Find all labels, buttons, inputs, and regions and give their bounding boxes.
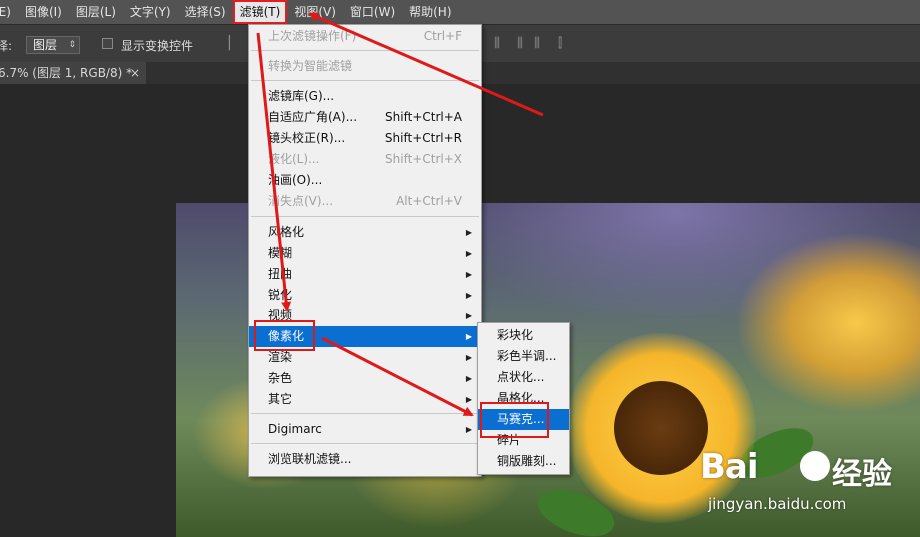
submenu-arrow-icon: ▶ [465,374,472,383]
annotation-box-pixelate [254,320,315,351]
menu-help[interactable]: 帮助(H) [402,0,458,24]
menu-filter[interactable]: 滤镜(T) [232,0,288,24]
submenu-item-facet[interactable]: 彩块化 [478,325,569,346]
watermark-brand: 经验 [832,457,892,492]
filter-menu-dropdown: 上次滤镜操作(F) Ctrl+F 转换为智能滤镜 滤镜库(G)... 自适应广角… [248,24,482,477]
paw-icon [800,451,830,481]
menu-item-distort[interactable]: 扭曲 ▶ [249,264,481,285]
menu-separator [251,80,479,81]
menu-item-sharpen[interactable]: 锐化 ▶ [249,285,481,306]
auto-align-icon[interactable]: ⫿ [558,37,572,51]
watermark-logo: Bai [700,447,759,487]
menu-item-label: 自适应广角(A)... [268,110,358,124]
menu-image[interactable]: 图像(I) [18,0,69,24]
pixelate-submenu: 彩块化 彩色半调... 点状化... 晶格化... 马赛克... 碎片 铜版雕刻… [477,322,570,475]
submenu-arrow-icon: ▶ [465,291,472,300]
submenu-arrow-icon: ▶ [465,332,472,341]
menu-item-stylize[interactable]: 风格化 ▶ [249,222,481,243]
submenu-item-mezzotint[interactable]: 铜版雕刻... [478,451,569,472]
menu-item-filter-gallery[interactable]: 滤镜库(G)... [249,86,481,107]
menu-item-label: 彩块化 [497,328,534,342]
distribute-horizontal-icon[interactable]: ⫼ [494,37,508,51]
menu-item-vanishing-point[interactable]: 消失点(V)... Alt+Ctrl+V [249,191,481,212]
menu-item-label: 油画(O)... [268,173,323,187]
menu-item-label: 杂色 [268,371,293,385]
menu-item-lens-correction[interactable]: 镜头校正(R)... Shift+Ctrl+R [249,128,481,149]
submenu-arrow-icon: ▶ [465,311,472,320]
menu-item-shortcut: Ctrl+F [423,29,462,43]
submenu-item-color-halftone[interactable]: 彩色半调... [478,346,569,367]
auto-select-label: 择: [0,39,13,53]
menu-item-last-filter[interactable]: 上次滤镜操作(F) Ctrl+F [249,26,481,47]
submenu-arrow-icon: ▶ [465,228,472,237]
align-top-icon[interactable]: ▕ [220,37,234,51]
menu-item-label: 液化(L)... [268,152,320,166]
menu-item-convert-smart-filter[interactable]: 转换为智能滤镜 [249,56,481,77]
submenu-item-pointillize[interactable]: 点状化... [478,367,569,388]
menu-item-blur[interactable]: 模糊 ▶ [249,243,481,264]
menu-type[interactable]: 文字(Y) [123,0,178,24]
menu-item-label: 滤镜库(G)... [268,89,335,103]
menu-item-label: 镜头校正(R)... [268,131,346,145]
menu-item-label: 转换为智能滤镜 [268,59,353,73]
submenu-arrow-icon: ▶ [465,353,472,362]
menu-item-label: 点状化... [497,370,545,384]
menu-window[interactable]: 窗口(W) [343,0,402,24]
select-arrows-icon: ⇕ [68,40,76,50]
distribute-centers-icon[interactable]: ⫼ [517,37,531,51]
menu-item-label: 风格化 [268,225,305,239]
menu-item-liquify[interactable]: 液化(L)... Shift+Ctrl+X [249,149,481,170]
menu-separator [251,50,479,51]
menu-separator [251,413,479,414]
menu-view[interactable]: 视图(V) [287,0,343,24]
submenu-arrow-icon: ▶ [465,249,472,258]
menu-item-label: 其它 [268,392,293,406]
menu-item-oil-paint[interactable]: 油画(O)... [249,170,481,191]
layer-select[interactable]: 图层 ⇕ [26,36,80,54]
menu-item-digimarc[interactable]: Digimarc ▶ [249,419,481,440]
menu-item-label: 扭曲 [268,267,293,281]
menu-item-shortcut: Shift+Ctrl+R [384,131,462,145]
document-tab-title: 6.7% (图层 1, RGB/8) * [0,66,133,80]
layer-select-value: 图层 [33,38,58,52]
document-tab[interactable]: 6.7% (图层 1, RGB/8) * × [0,62,146,84]
transform-controls-checkbox[interactable] [102,38,113,49]
menu-item-label: 浏览联机滤镜... [268,452,352,466]
menu-item-shortcut: Alt+Ctrl+V [396,194,462,208]
menu-item-shortcut: Shift+Ctrl+X [385,152,462,166]
menu-item-label: 锐化 [268,288,293,302]
submenu-arrow-icon: ▶ [465,425,472,434]
menu-item-noise[interactable]: 杂色 ▶ [249,368,481,389]
menu-item-label: 铜版雕刻... [497,454,557,468]
menu-bar: (E) 图像(I) 图层(L) 文字(Y) 选择(S) 滤镜(T) 视图(V) … [0,0,920,24]
close-icon[interactable]: × [130,62,140,84]
menu-select[interactable]: 选择(S) [178,0,233,24]
menu-item-label: 消失点(V)... [268,194,334,208]
menu-item-label: 上次滤镜操作(F) [268,29,357,43]
baidu-jingyan-watermark: Bai 经验 jingyan.baidu.com [700,445,910,515]
menu-item-browse-filters-online[interactable]: 浏览联机滤镜... [249,449,481,470]
annotation-box-mosaic [480,402,549,438]
menu-item-other[interactable]: 其它 ▶ [249,389,481,410]
menu-layer[interactable]: 图层(L) [69,0,123,24]
submenu-arrow-icon: ▶ [465,395,472,404]
menu-item-shortcut: Shift+Ctrl+A [385,110,462,124]
watermark-url: jingyan.baidu.com [708,495,847,513]
distribute-right-icon[interactable]: ⫼ [534,37,548,51]
menu-separator [251,443,479,444]
menu-separator [251,216,479,217]
sunflower-center [614,381,708,475]
menu-edit[interactable]: (E) [0,0,18,24]
menu-item-adaptive-wide-angle[interactable]: 自适应广角(A)... Shift+Ctrl+A [249,107,481,128]
submenu-arrow-icon: ▶ [465,270,472,279]
menu-item-label: 模糊 [268,246,293,260]
menu-item-label: Digimarc [268,422,322,436]
transform-controls-label: 显示变换控件 [121,39,194,53]
menu-item-label: 彩色半调... [497,349,557,363]
